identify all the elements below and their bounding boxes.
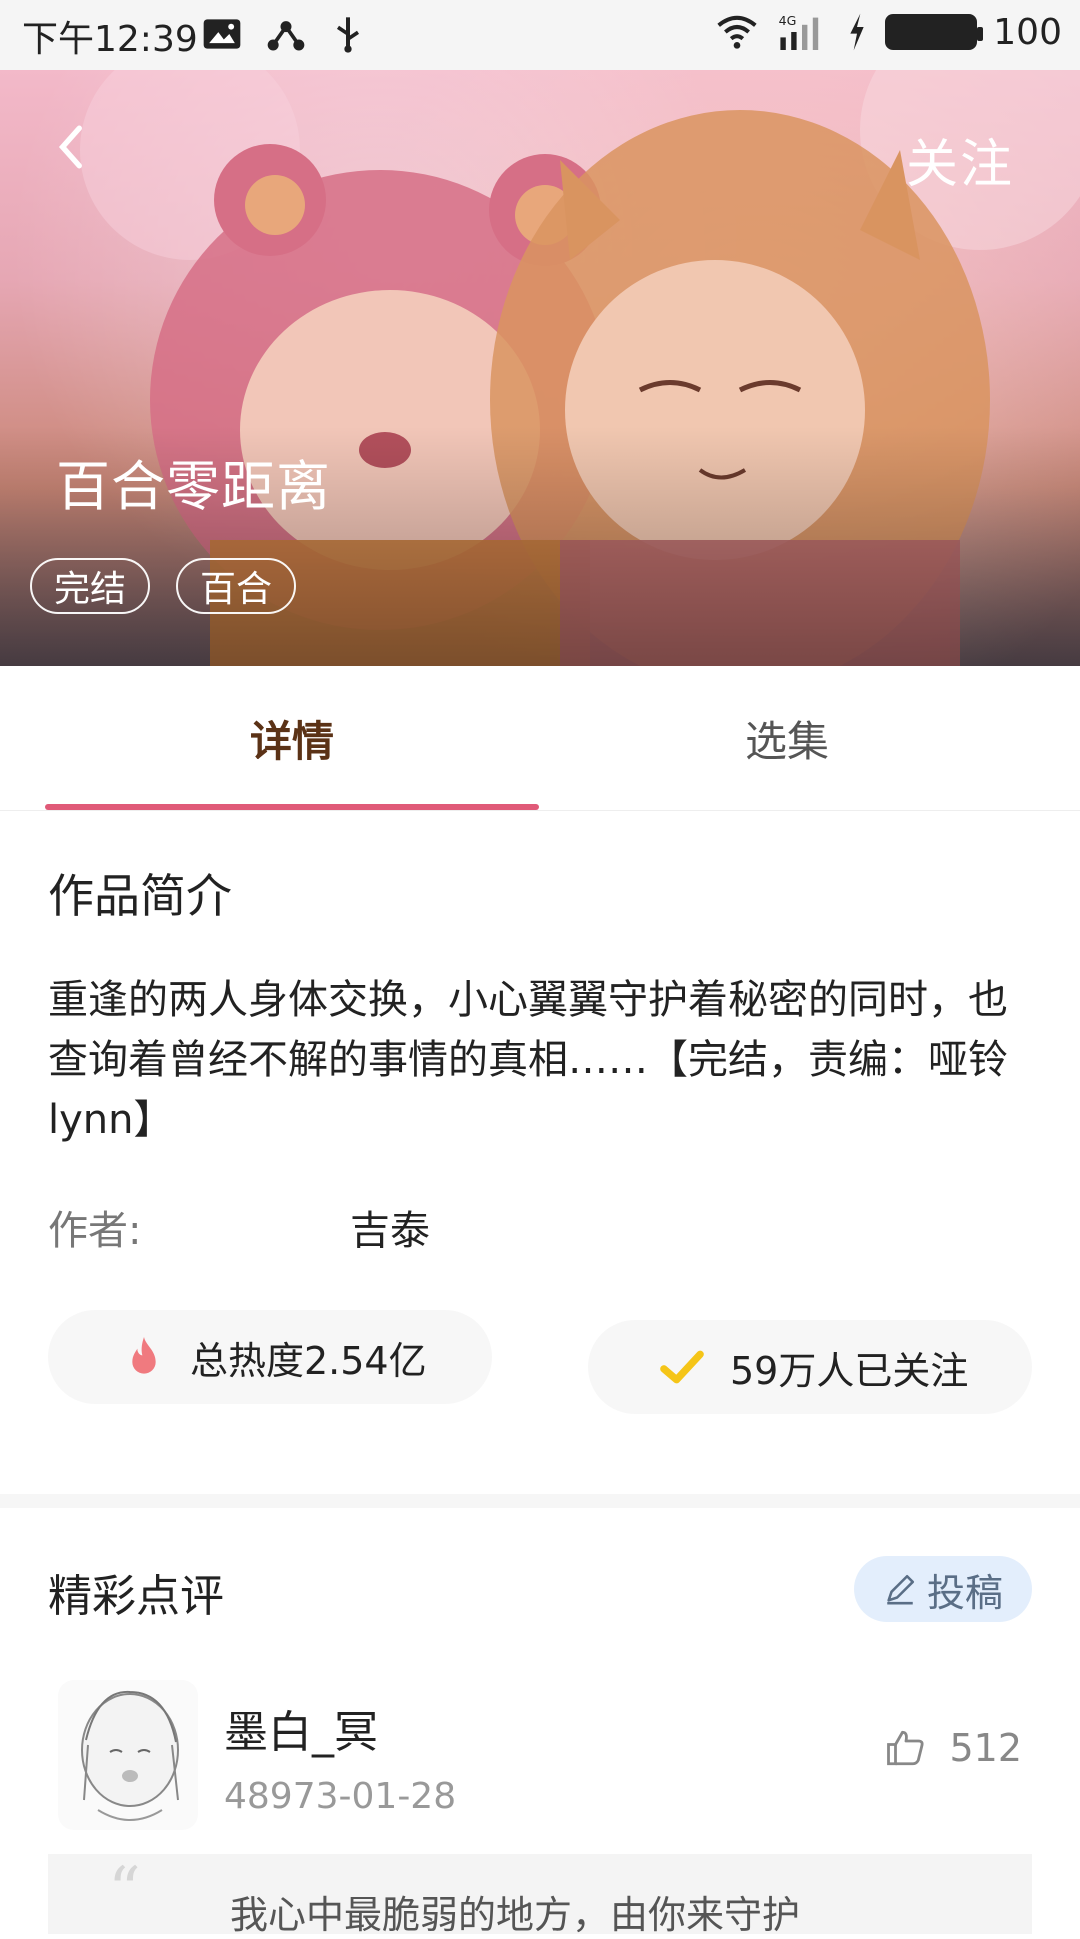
status-right: 4G 100 — [715, 10, 1062, 54]
section-divider — [0, 1494, 1080, 1508]
share-node-icon — [267, 21, 305, 51]
cover-banner: 关注 百合零距离 完结 百合 — [0, 70, 1080, 666]
review-item: 墨白_冥 48973-01-28 512 — [48, 1676, 1032, 1836]
reviews-heading: 精彩点评 — [48, 1571, 224, 1622]
charging-icon — [850, 13, 864, 51]
back-button[interactable] — [48, 122, 98, 172]
quote-mark-icon: “ — [108, 1854, 141, 1928]
author-name[interactable]: 吉泰 — [350, 1198, 430, 1256]
wifi-icon — [717, 15, 757, 49]
status-bar: 下午12:39 4G 100 — [0, 0, 1080, 70]
image-icon — [203, 19, 241, 49]
heat-pill: 总热度2.54亿 — [48, 1310, 492, 1404]
svg-text:4G: 4G — [779, 13, 797, 28]
pen-icon — [887, 1574, 915, 1605]
like-button[interactable]: 512 — [885, 1726, 1022, 1770]
flame-icon — [124, 1335, 164, 1379]
battery-level: 100 — [993, 11, 1062, 53]
tab-bar: 详情 选集 — [0, 666, 1080, 811]
followers-text: 59万人已关注 — [730, 1348, 969, 1393]
author-label: 作者: — [48, 1208, 142, 1254]
status-time: 下午12:39 — [22, 19, 198, 60]
signal-4g-icon: 4G — [779, 13, 819, 51]
heat-text: 总热度2.54亿 — [190, 1338, 427, 1383]
tab-detail[interactable]: 详情 — [45, 666, 539, 810]
thumb-up-icon — [887, 1730, 925, 1766]
review-date: 48973-01-28 — [224, 1776, 457, 1817]
tag-genre[interactable]: 百合 — [176, 558, 297, 614]
like-count: 512 — [949, 1726, 1022, 1770]
tag-status[interactable]: 完结 — [30, 558, 151, 614]
review-text: 我心中最脆弱的地方，由你来守护 — [230, 1893, 801, 1937]
comic-title: 百合零距离 — [56, 455, 331, 518]
tab-active-indicator — [45, 804, 539, 810]
chevron-left-icon — [58, 125, 82, 169]
usb-icon — [336, 17, 360, 53]
tag-list: 完结 百合 — [30, 558, 297, 614]
submit-review-button[interactable]: 投稿 — [854, 1556, 1032, 1622]
reviewer-name[interactable]: 墨白_冥 — [224, 1696, 378, 1760]
avatar[interactable] — [58, 1680, 198, 1830]
followers-pill: 59万人已关注 — [588, 1320, 1032, 1414]
status-notification-icons — [200, 12, 368, 56]
review-quote: “ 我心中最脆弱的地方，由你来守护 — [48, 1854, 1032, 1937]
submit-review-label: 投稿 — [926, 1570, 1003, 1615]
synopsis-text: 重逢的两人身体交换，小心翼翼守护着秘密的同时，也查询着曾经不解的事情的真相……【… — [48, 977, 1008, 1143]
check-icon — [660, 1347, 704, 1387]
follow-button[interactable]: 关注 — [906, 122, 1014, 197]
tab-episodes[interactable]: 选集 — [540, 666, 1034, 810]
battery-icon — [885, 14, 984, 50]
synopsis-heading: 作品简介 — [48, 869, 232, 923]
